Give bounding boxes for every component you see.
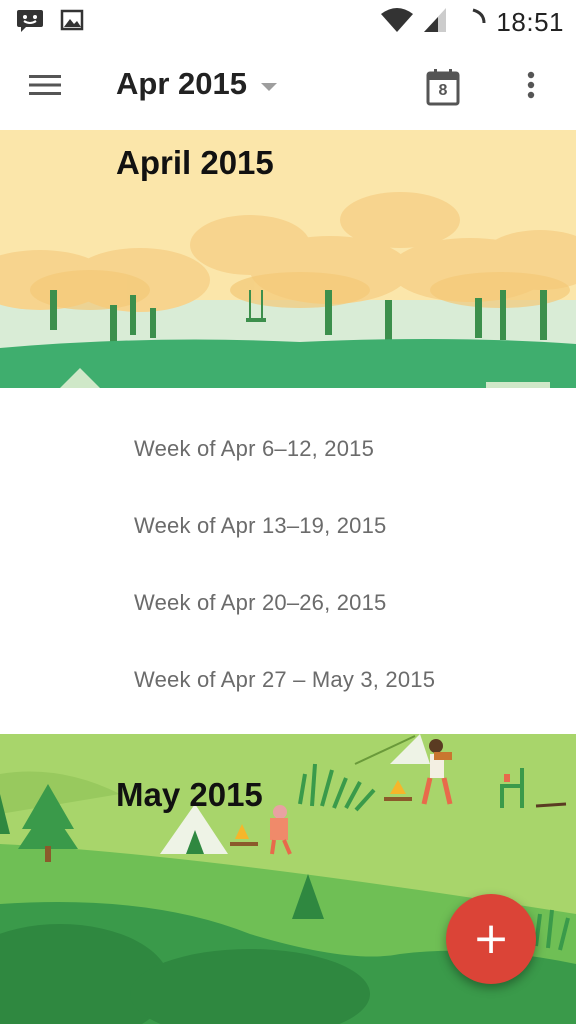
status-bar: 18:51 xyxy=(0,0,576,44)
month-selector[interactable]: Apr 2015 xyxy=(116,66,277,102)
april-month-banner: April 2015 xyxy=(0,130,576,388)
week-row-apr-27[interactable]: Week of Apr 27 – May 3, 2015 xyxy=(134,667,435,693)
month-title: Apr 2015 xyxy=(116,66,247,101)
april-illustration xyxy=(0,130,576,388)
week-list: Week of Apr 6–12, 2015 Week of Apr 13–19… xyxy=(0,388,576,734)
week-row-apr-6[interactable]: Week of Apr 6–12, 2015 xyxy=(134,436,374,462)
message-icon xyxy=(16,8,44,39)
may-month-title: May 2015 xyxy=(116,776,263,813)
menu-icon xyxy=(29,74,61,101)
wifi-icon xyxy=(380,6,414,39)
app-bar: Apr 2015 8 xyxy=(0,44,576,130)
status-time: 18:51 xyxy=(496,7,564,37)
today-button[interactable]: 8 xyxy=(418,62,468,112)
calendar-today-icon: 8 xyxy=(426,68,460,106)
sync-icon xyxy=(470,7,488,38)
dropdown-caret-icon xyxy=(260,83,277,91)
more-vert-icon xyxy=(527,71,535,104)
signal-icon xyxy=(422,6,448,39)
image-icon xyxy=(60,8,84,39)
menu-button[interactable] xyxy=(20,62,70,112)
add-icon: + xyxy=(472,913,510,964)
week-row-apr-13[interactable]: Week of Apr 13–19, 2015 xyxy=(134,513,387,539)
create-event-button[interactable]: + xyxy=(446,894,536,984)
calendar-today-date: 8 xyxy=(438,82,448,99)
more-options-button[interactable] xyxy=(508,62,554,112)
april-month-title: April 2015 xyxy=(116,144,274,181)
week-row-apr-20[interactable]: Week of Apr 20–26, 2015 xyxy=(134,590,387,616)
